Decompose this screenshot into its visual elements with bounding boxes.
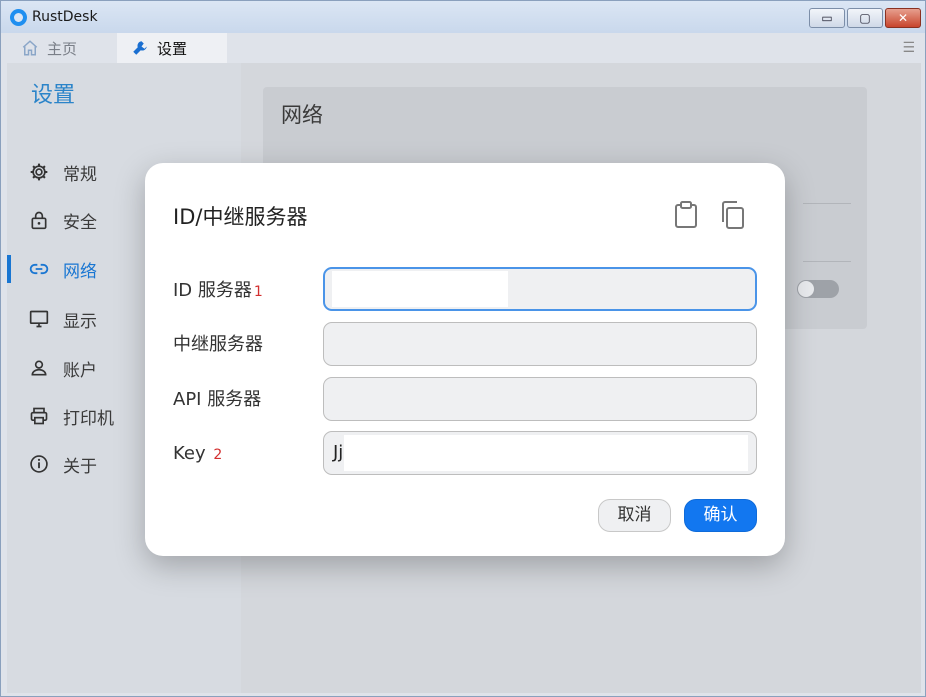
info-icon <box>29 454 49 474</box>
title-bar[interactable]: RustDesk ▭ ▢ ✕ <box>1 1 925 33</box>
sidebar-item-label: 关于 <box>63 456 97 477</box>
printer-icon <box>29 406 49 426</box>
sidebar-item-label: 打印机 <box>63 408 114 429</box>
tab-settings[interactable]: 设置 <box>117 33 227 63</box>
active-indicator <box>7 255 11 283</box>
proxy-toggle[interactable] <box>797 280 839 298</box>
person-icon <box>29 358 49 378</box>
link-icon <box>29 259 49 279</box>
api-server-label: API 服务器 <box>173 389 262 410</box>
key-value: Jj <box>333 442 344 463</box>
gear-icon <box>29 162 49 182</box>
sidebar-item-label: 账户 <box>63 360 97 381</box>
sidebar-item-label: 安全 <box>63 212 97 233</box>
confirm-button[interactable]: 确认 <box>684 499 757 532</box>
key-label-text: Key <box>173 443 206 464</box>
home-icon <box>21 39 39 57</box>
paste-icon[interactable] <box>673 201 699 229</box>
tab-home[interactable]: 主页 <box>7 33 117 63</box>
api-server-input[interactable] <box>323 377 757 421</box>
annotation-mark: 1 <box>253 284 263 300</box>
tab-bar: 主页 设置 ☰ <box>7 33 921 63</box>
window-title: RustDesk <box>32 9 98 25</box>
redaction <box>344 435 748 471</box>
sidebar-item-label: 网络 <box>63 261 97 282</box>
sidebar-title: 设置 <box>31 83 76 108</box>
dialog-title: ID/中继服务器 <box>173 205 308 229</box>
id-server-label-text: ID 服务器 <box>173 280 252 301</box>
id-relay-server-dialog: ID/中继服务器 ID 服务器 1 中继服务器 API 服务器 Key 2 Jj … <box>145 163 785 556</box>
sidebar-item-label: 显示 <box>63 311 97 332</box>
key-label: Key 2 <box>173 443 222 464</box>
divider <box>803 261 851 262</box>
close-button[interactable]: ✕ <box>885 8 921 28</box>
lock-icon <box>29 210 49 230</box>
key-input[interactable]: Jj <box>323 431 757 475</box>
menu-icon[interactable]: ☰ <box>902 40 915 56</box>
monitor-icon <box>29 309 49 329</box>
divider <box>803 203 851 204</box>
rustdesk-logo-icon <box>10 9 27 26</box>
tab-home-label: 主页 <box>47 39 78 58</box>
cancel-button[interactable]: 取消 <box>598 499 671 532</box>
relay-server-input[interactable] <box>323 322 757 366</box>
redaction <box>332 271 508 307</box>
id-server-input[interactable] <box>323 267 757 311</box>
relay-server-label: 中继服务器 <box>173 334 263 355</box>
id-server-label: ID 服务器 1 <box>173 276 263 302</box>
card-title: 网络 <box>281 103 323 127</box>
sidebar-item-label: 常规 <box>63 164 97 185</box>
annotation-mark: 2 <box>213 447 223 463</box>
tab-settings-label: 设置 <box>157 39 188 58</box>
copy-icon[interactable] <box>720 201 746 229</box>
minimize-button[interactable]: ▭ <box>809 8 845 28</box>
wrench-icon <box>131 39 149 57</box>
maximize-button[interactable]: ▢ <box>847 8 883 28</box>
